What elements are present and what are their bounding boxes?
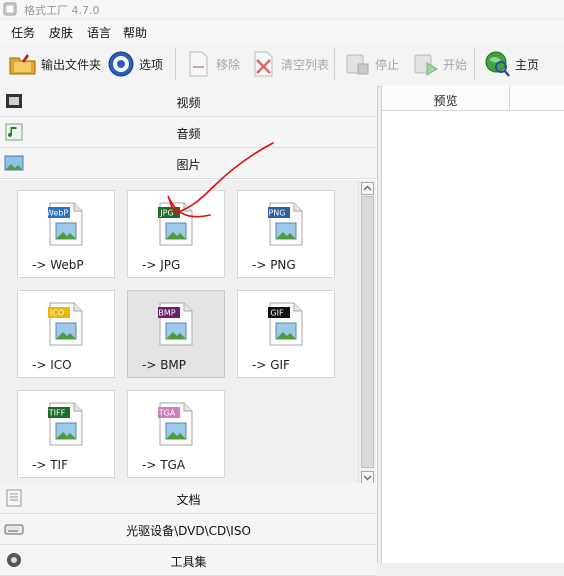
stop-label: 停止 (375, 57, 400, 72)
stop-button[interactable]: 停止 (342, 46, 399, 82)
file-badge-text: TIFF (48, 409, 66, 418)
clear-list-icon (248, 49, 278, 79)
tga-file-icon: TGA (158, 402, 193, 446)
ico-file-icon: ICO (48, 302, 83, 346)
toolbar-separator (175, 48, 176, 80)
task-list-panel: 预览 (381, 86, 564, 563)
gif-file-icon: GIF (268, 302, 303, 346)
toolbar-separator (334, 48, 335, 80)
file-badge-text: WebP (48, 209, 68, 218)
clear-list-button[interactable]: 清空列表 (248, 46, 329, 82)
format-grid: WebP -> WebP JPG -> JPG PNG -> PNG ICO -> ICO BM… (0, 180, 358, 486)
category-audio[interactable]: 音频 (0, 117, 377, 148)
home-label: 主页 (515, 57, 540, 72)
category-optical-drive[interactable]: 光驱设备\DVD\CD\ISO (0, 514, 377, 545)
remove-button[interactable]: 移除 (183, 46, 240, 82)
preview-header-label: 预览 (433, 94, 458, 108)
globe-search-icon (482, 49, 512, 79)
file-badge-text: BMP (158, 309, 175, 318)
format-tile-label: -> BMP (142, 358, 187, 372)
column-header[interactable] (510, 86, 564, 111)
gear-icon (106, 49, 136, 79)
jpg-file-icon: JPG (158, 202, 193, 246)
remove-label: 移除 (216, 57, 241, 72)
output-folder-button[interactable]: 输出文件夹 (8, 46, 101, 82)
webp-file-icon: WebP (48, 202, 83, 246)
category-label: 工具集 (170, 555, 207, 569)
app-icon (3, 2, 17, 16)
file-badge-text: GIF (270, 309, 284, 318)
options-button[interactable]: 选项 (106, 46, 163, 82)
format-tile-label: -> TGA (142, 458, 186, 472)
start-button[interactable]: 开始 (410, 46, 467, 82)
window-title: 格式工厂 4.7.0 (24, 4, 100, 17)
format-tile-png[interactable]: PNG -> PNG (237, 190, 335, 278)
category-label: 光驱设备\DVD\CD\ISO (126, 524, 251, 538)
format-tile-webp[interactable]: WebP -> WebP (17, 190, 115, 278)
category-image[interactable]: 图片 (0, 148, 377, 179)
format-tile-tiff[interactable]: TIFF -> TIF (17, 390, 115, 478)
category-panel: 视频 音频 图片 WebP -> WebP JPG -> JPG PNG -> PNG IC… (0, 86, 378, 576)
file-badge-text: ICO (50, 309, 64, 318)
bmp-file-icon: BMP (158, 302, 193, 346)
format-tile-tga[interactable]: TGA -> TGA (127, 390, 225, 478)
format-tile-label: -> GIF (252, 358, 290, 372)
category-document[interactable]: 文档 (0, 483, 377, 514)
format-tile-label: -> PNG (252, 258, 296, 272)
start-label: 开始 (443, 57, 468, 72)
scroll-up-icon[interactable] (361, 182, 374, 195)
vertical-scrollbar[interactable] (358, 180, 376, 486)
file-badge-text: PNG (268, 209, 285, 218)
category-label: 图片 (176, 158, 201, 172)
format-tile-ico[interactable]: ICO -> ICO (17, 290, 115, 378)
format-tile-label: -> JPG (142, 258, 181, 272)
category-label: 音频 (176, 127, 201, 141)
remove-document-icon (183, 49, 213, 79)
menu-help[interactable]: 帮助 (123, 24, 147, 41)
format-tile-jpg[interactable]: JPG -> JPG (127, 190, 225, 278)
menu-language[interactable]: 语言 (87, 24, 111, 41)
format-tile-label: -> TIF (32, 458, 68, 472)
scrollbar-thumb[interactable] (361, 196, 374, 468)
menu-skin[interactable]: 皮肤 (49, 24, 73, 41)
title-bar: 格式工厂 4.7.0 (0, 0, 564, 18)
clear-list-label: 清空列表 (281, 57, 330, 72)
category-label: 文档 (176, 493, 201, 507)
format-tile-label: -> WebP (32, 258, 84, 272)
options-label: 选项 (139, 57, 164, 72)
menu-bar: 任务 皮肤 语言 帮助 (0, 20, 564, 42)
category-video[interactable]: 视频 (0, 86, 377, 117)
format-tile-label: -> ICO (32, 358, 72, 372)
format-tile-gif[interactable]: GIF -> GIF (237, 290, 335, 378)
tiff-file-icon: TIFF (48, 402, 83, 446)
folder-icon (8, 49, 38, 79)
toolbar: 输出文件夹 选项 移除 清空列表 停止 开始 主页 (0, 42, 564, 87)
file-badge-text: TGA (158, 409, 176, 418)
toolbar-separator (474, 48, 475, 80)
start-icon (410, 49, 440, 79)
home-button[interactable]: 主页 (482, 46, 539, 82)
format-tile-bmp[interactable]: BMP -> BMP (127, 290, 225, 378)
menu-task[interactable]: 任务 (11, 24, 35, 41)
category-tools[interactable]: 工具集 (0, 545, 377, 576)
file-badge-text: JPG (159, 209, 173, 218)
stop-icon (342, 49, 372, 79)
preview-column-header[interactable]: 预览 (382, 86, 510, 111)
category-label: 视频 (176, 96, 201, 110)
output-folder-label: 输出文件夹 (41, 57, 102, 72)
png-file-icon: PNG (268, 202, 303, 246)
